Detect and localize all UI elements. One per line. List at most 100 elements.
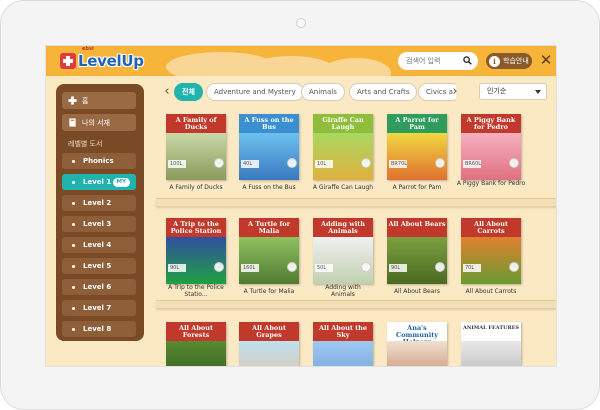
- book-cover-title: A Piggy Bank for Pedro: [461, 114, 521, 133]
- my-level-badge: MY: [112, 178, 130, 187]
- book-cover[interactable]: A Trip to the Police Station 90L ♡: [166, 218, 226, 284]
- book-cover[interactable]: All About Forests: [166, 322, 226, 366]
- tablet-frame: ebsi LevelUp i 학습안내 ✕: [0, 0, 600, 410]
- chevron-down-icon: [535, 90, 541, 94]
- sidebar-item-phonics[interactable]: Phonics: [62, 153, 136, 169]
- book-cover-art: [461, 133, 521, 180]
- book-cover-art: [166, 133, 226, 180]
- book-cover[interactable]: All About the Sky: [313, 322, 373, 366]
- heart-icon[interactable]: ♡: [509, 262, 519, 272]
- bullet-icon: [72, 160, 75, 163]
- tab-adventure-and-mystery[interactable]: Adventure and Mystery: [206, 83, 304, 101]
- sidebar-item-level-6[interactable]: Level 6: [62, 279, 136, 295]
- book-cover-art: [166, 341, 226, 366]
- book-cover-title: A Fuss on the Bus: [239, 114, 299, 133]
- level-label: Level 1: [83, 178, 112, 186]
- tab-all[interactable]: 전체: [174, 83, 203, 101]
- tab-arts-and-crafts[interactable]: Arts and Crafts: [349, 83, 418, 101]
- book-cover[interactable]: All About Grapes: [239, 322, 299, 366]
- sidebar-bookshelf-button[interactable]: 나의 서재: [62, 114, 136, 131]
- search-box[interactable]: [398, 52, 478, 70]
- book-level: 90L: [168, 264, 186, 272]
- level-label: Level 4: [83, 241, 112, 249]
- book-cover-title: All About Grapes: [239, 322, 299, 341]
- book-cover-art: [313, 341, 373, 366]
- heart-icon[interactable]: ♡: [287, 262, 297, 272]
- book-title[interactable]: A Fuss on the Bus: [232, 184, 306, 191]
- book-cover-art: [461, 237, 521, 284]
- book-cover[interactable]: Giraffe Can Laugh 10L ♡: [313, 114, 373, 180]
- search-icon[interactable]: [463, 56, 472, 65]
- level-label: Phonics: [83, 157, 114, 165]
- heart-icon[interactable]: ♡: [214, 158, 224, 168]
- sidebar-item-level-1[interactable]: Level 1 MY: [62, 174, 136, 190]
- book-cover-art: [387, 133, 447, 180]
- book-cover-title: A Trip to the Police Station: [166, 218, 226, 237]
- book-cover[interactable]: A Parrot for Pam BR70L ♡: [387, 114, 447, 180]
- logo-text: LevelUp: [78, 52, 144, 70]
- app-logo[interactable]: ebsi LevelUp: [60, 46, 144, 72]
- book-cover[interactable]: A Family of Ducks 100L ♡: [166, 114, 226, 180]
- book-title[interactable]: A Turtle for Malia: [232, 288, 306, 295]
- level-label: Level 7: [83, 304, 112, 312]
- book-cover-title: Giraffe Can Laugh: [313, 114, 373, 133]
- sidebar-item-level-8[interactable]: Level 8: [62, 321, 136, 337]
- bullet-icon: [72, 202, 75, 205]
- brand-small-text: ebsi: [82, 46, 94, 52]
- book-cover-art: [387, 341, 447, 366]
- heart-icon[interactable]: ♡: [435, 262, 445, 272]
- book-title[interactable]: Adding with Animals: [306, 284, 380, 298]
- book-cover[interactable]: A Piggy Bank for Pedro BR60L ♡: [461, 114, 521, 180]
- bullet-icon: [72, 181, 75, 184]
- book-cover-title: All About Forests: [166, 322, 226, 341]
- book-cover[interactable]: All About Carrots 70L ♡: [461, 218, 521, 284]
- heart-icon[interactable]: ♡: [361, 262, 371, 272]
- book-cover[interactable]: A Fuss on the Bus 40L ♡: [239, 114, 299, 180]
- learning-guide-button[interactable]: i 학습안내: [486, 53, 532, 69]
- level-label: Level 3: [83, 220, 112, 228]
- sidebar-item-level-2[interactable]: Level 2: [62, 195, 136, 211]
- sidebar-section-label: 레벨별 도서: [68, 140, 103, 148]
- tabs-next-arrow[interactable]: ›: [450, 83, 460, 101]
- sort-select[interactable]: 인기순: [479, 83, 547, 100]
- book-title[interactable]: A Parrot for Pam: [380, 184, 454, 191]
- close-button[interactable]: ✕: [539, 52, 553, 68]
- sidebar-item-level-5[interactable]: Level 5: [62, 258, 136, 274]
- heart-icon[interactable]: ♡: [509, 158, 519, 168]
- sort-value: 인기순: [487, 87, 507, 95]
- search-input[interactable]: [406, 57, 462, 65]
- book-cover-art: [461, 341, 521, 366]
- book-title[interactable]: All About Bears: [380, 288, 454, 295]
- book-cover[interactable]: Ana's Community Helpers: [387, 322, 447, 366]
- heart-icon[interactable]: ♡: [435, 158, 445, 168]
- tab-animals[interactable]: Animals: [301, 83, 345, 101]
- book-title[interactable]: A Giraffe Can Laugh: [306, 184, 380, 191]
- book-cover[interactable]: All About Bears 90L ♡: [387, 218, 447, 284]
- learning-guide-label: 학습안내: [503, 57, 529, 65]
- heart-icon[interactable]: ♡: [214, 262, 224, 272]
- heart-icon[interactable]: ♡: [287, 158, 297, 168]
- sidebar-home-button[interactable]: 홈: [62, 92, 136, 109]
- book-cover[interactable]: Adding with Animals 50L ♡: [313, 218, 373, 284]
- book-cover-art: [239, 237, 299, 284]
- book-title[interactable]: All About Carrots: [454, 288, 528, 295]
- book-title[interactable]: A Family of Ducks: [159, 184, 233, 191]
- book-title[interactable]: A Piggy Bank for Pedro: [454, 180, 528, 187]
- book-cover-title: Ana's Community Helpers: [387, 322, 447, 346]
- book-cover[interactable]: ANIMAL FEATURES: [461, 322, 521, 366]
- heart-icon[interactable]: ♡: [361, 158, 371, 168]
- book-level: 40L: [241, 160, 259, 168]
- bullet-icon: [72, 223, 75, 226]
- book-level: 10L: [315, 160, 333, 168]
- sidebar-item-level-3[interactable]: Level 3: [62, 216, 136, 232]
- book-title[interactable]: A Trip to the Police Statio...: [159, 284, 233, 298]
- book-cover[interactable]: A Turtle for Malia 160L ♡: [239, 218, 299, 284]
- sidebar-item-level-4[interactable]: Level 4: [62, 237, 136, 253]
- book-cover-title: A Family of Ducks: [166, 114, 226, 133]
- tabs-prev-arrow[interactable]: ‹: [162, 83, 172, 101]
- book-level: 70L: [463, 264, 481, 272]
- sidebar-home-label: 홈: [82, 96, 89, 105]
- sidebar-item-level-7[interactable]: Level 7: [62, 300, 136, 316]
- book-cover-title: A Parrot for Pam: [387, 114, 447, 133]
- book-level: BR70L: [389, 160, 408, 168]
